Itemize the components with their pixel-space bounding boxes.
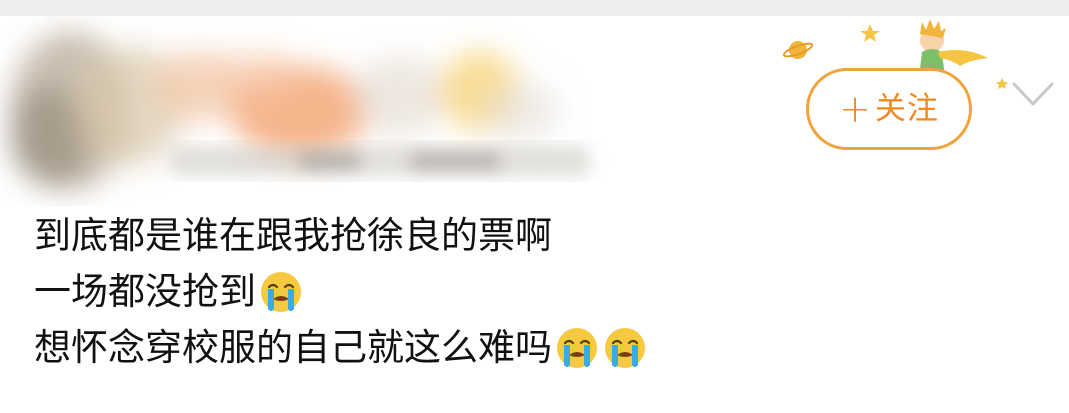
post-line-1: 到底都是谁在跟我抢徐良的票啊 <box>34 208 934 264</box>
loudly-crying-face-icon <box>261 272 301 312</box>
obscured-user-header <box>0 16 640 206</box>
post-line-3: 想怀念穿校服的自己就这么难吗 <box>34 320 934 376</box>
more-options-chevron[interactable] <box>1008 76 1058 112</box>
loudly-crying-face-icon <box>557 328 597 368</box>
post-line-2: 一场都没抢到 <box>34 264 934 320</box>
weibo-post-card: + 关注 到底都是谁在跟我抢徐良的票啊 一场都没抢到 想怀念穿校服的自己就这么难… <box>0 16 1069 413</box>
plus-icon: + <box>839 87 871 131</box>
post-text: 到底都是谁在跟我抢徐良的票啊 <box>34 214 552 257</box>
top-divider <box>0 0 1069 16</box>
post-content: 到底都是谁在跟我抢徐良的票啊 一场都没抢到 想怀念穿校服的自己就这么难吗 <box>34 208 934 376</box>
loudly-crying-face-icon <box>605 328 645 368</box>
follow-button[interactable]: + 关注 <box>806 68 972 150</box>
blur-overlay <box>10 31 590 191</box>
follow-label: 关注 <box>874 90 939 127</box>
chevron-down-icon <box>1012 82 1054 106</box>
post-text: 一场都没抢到 <box>34 270 256 313</box>
post-text: 想怀念穿校服的自己就这么难吗 <box>34 326 552 369</box>
